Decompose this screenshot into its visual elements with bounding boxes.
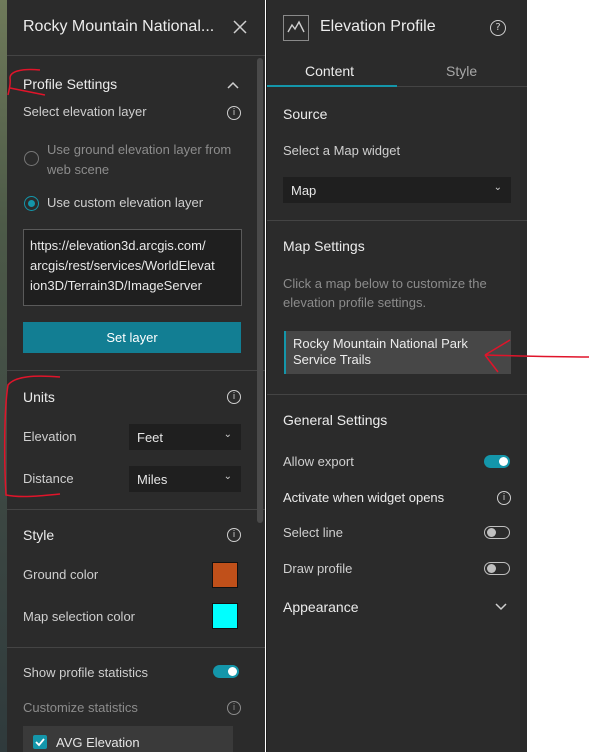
tab-content[interactable]: Content — [267, 56, 397, 87]
set-layer-button[interactable]: Set layer — [23, 322, 241, 353]
info-icon[interactable]: i — [227, 390, 241, 404]
elevation-unit-label: Elevation — [23, 429, 77, 444]
map-list-item[interactable]: Rocky Mountain National Park Service Tra… — [284, 331, 511, 374]
distance-unit-label: Distance — [23, 471, 74, 486]
section-header-profile-settings[interactable]: Profile Settings — [23, 76, 117, 92]
allow-export-label: Allow export — [283, 454, 354, 469]
divider — [7, 509, 265, 510]
info-icon[interactable]: i — [497, 491, 511, 505]
ground-color-swatch[interactable] — [212, 562, 238, 588]
scrollbar[interactable] — [257, 58, 263, 523]
divider — [7, 370, 265, 371]
panel-title: Rocky Mountain National... — [23, 18, 215, 35]
select-line-label: Select line — [283, 525, 343, 540]
show-profile-statistics-label: Show profile statistics — [23, 665, 148, 680]
help-icon[interactable]: ? — [490, 20, 506, 36]
section-header-general-settings: General Settings — [283, 412, 388, 428]
map-selection-color-label: Map selection color — [23, 609, 135, 624]
activate-when-opens-label: Activate when widget opens — [283, 490, 445, 505]
widget-config-panel: Elevation Profile ? Content Style Source… — [266, 0, 527, 752]
avg-elevation-checkbox[interactable] — [33, 735, 47, 749]
section-header-style: Style — [23, 527, 55, 543]
radio-ground-elevation-label: Use ground elevation layer from web scen… — [47, 142, 232, 177]
elevation-profile-icon — [283, 15, 309, 41]
map-widget-select[interactable]: Map ⌄ — [283, 177, 511, 203]
chevron-down-icon: ⌄ — [223, 471, 232, 482]
map-settings-description: Click a map below to customize the eleva… — [283, 276, 487, 310]
divider — [267, 394, 527, 395]
show-profile-statistics-toggle[interactable] — [213, 665, 239, 678]
info-icon[interactable]: i — [227, 701, 241, 715]
radio-ground-elevation[interactable] — [24, 151, 39, 166]
chevron-down-icon[interactable] — [495, 603, 507, 611]
map-background-strip — [0, 0, 7, 752]
draw-profile-toggle[interactable] — [484, 562, 510, 575]
check-icon — [35, 738, 45, 747]
custom-layer-url-input[interactable]: https://elevation3d.arcgis.com/ arcgis/r… — [23, 229, 242, 306]
draw-profile-label: Draw profile — [283, 561, 353, 576]
select-elevation-layer-label: Select elevation layer — [23, 104, 147, 119]
radio-custom-elevation-label: Use custom elevation layer — [47, 195, 204, 210]
statistics-list: AVG Elevation — [23, 726, 233, 752]
select-line-toggle[interactable] — [484, 526, 510, 539]
chevron-down-icon: ⌄ — [223, 429, 232, 440]
divider — [7, 55, 265, 56]
section-header-map-settings: Map Settings — [283, 238, 365, 254]
divider — [267, 220, 527, 221]
section-header-appearance[interactable]: Appearance — [283, 599, 359, 615]
distance-unit-select[interactable]: Miles ⌄ — [129, 466, 241, 492]
divider — [7, 647, 265, 648]
close-icon[interactable] — [233, 20, 247, 34]
map-selection-color-swatch[interactable] — [212, 603, 238, 629]
avg-elevation-label: AVG Elevation — [56, 735, 140, 750]
widget-title: Elevation Profile — [320, 18, 436, 35]
info-icon[interactable]: i — [227, 106, 241, 120]
section-header-units: Units — [23, 389, 55, 405]
tab-style[interactable]: Style — [397, 56, 527, 87]
settings-panel: Rocky Mountain National... Profile Setti… — [7, 0, 265, 752]
section-header-source: Source — [283, 106, 328, 122]
select-map-widget-label: Select a Map widget — [283, 143, 401, 158]
customize-statistics-label: Customize statistics — [23, 700, 138, 715]
chevron-up-icon[interactable] — [227, 81, 239, 89]
radio-custom-elevation[interactable] — [24, 196, 39, 211]
allow-export-toggle[interactable] — [484, 455, 510, 468]
info-icon[interactable]: i — [227, 528, 241, 542]
chevron-down-icon: ⌄ — [493, 182, 502, 193]
ground-color-label: Ground color — [23, 567, 99, 582]
elevation-unit-select[interactable]: Feet ⌄ — [129, 424, 241, 450]
